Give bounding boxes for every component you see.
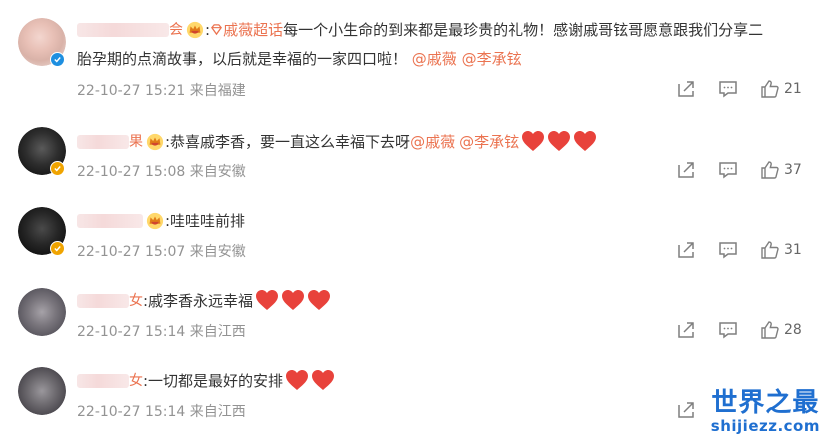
location: 来自安徽: [189, 164, 246, 180]
username[interactable]: [77, 374, 129, 388]
comment-text-continued: 胎孕期的点滴故事，以后就是幸福的一家四口啦！: [77, 50, 408, 68]
heart-emoji: [309, 369, 335, 393]
comment-text: 每一个小生命的到来都是最珍贵的礼物！感谢戚哥铉哥愿意跟我们分享二: [283, 21, 764, 39]
like-button[interactable]: 31: [760, 240, 802, 260]
like-count: 28: [784, 322, 802, 338]
location: 来自安徽: [189, 244, 246, 260]
heart-icon: [286, 370, 309, 390]
mention-link[interactable]: @李承铉: [462, 50, 522, 68]
crown-badge-icon: [186, 21, 204, 39]
comment-meta: 22-10-27 15:08 来自安徽: [77, 161, 246, 181]
location: 来自福建: [189, 83, 246, 99]
comment-text: :一切都是最好的安排: [143, 372, 284, 390]
like-icon: [761, 321, 779, 339]
like-icon: [761, 80, 779, 98]
comment-button[interactable]: [718, 160, 760, 180]
username-suffix[interactable]: 会: [169, 19, 183, 41]
username[interactable]: [77, 214, 143, 228]
share-icon: [678, 81, 694, 97]
topic-link[interactable]: 戚薇超话: [223, 19, 283, 41]
comment-meta: 22-10-27 15:14 来自江西: [77, 321, 246, 341]
avatar[interactable]: [18, 288, 66, 336]
heart-icon: [548, 131, 571, 151]
timestamp: 22-10-27 15:21: [77, 83, 186, 99]
like-count: 37: [784, 162, 802, 178]
timestamp: 22-10-27 15:08: [77, 164, 186, 180]
heart-icon: [522, 131, 545, 151]
avatar[interactable]: [18, 367, 66, 415]
watermark-logo: 世界之最 shijiezz.com: [711, 388, 820, 434]
comment-icon: [719, 242, 737, 259]
heart-emoji: [519, 130, 545, 154]
comment-button[interactable]: [718, 240, 760, 260]
heart-emoji: [279, 289, 305, 313]
verified-badge-icon: [50, 241, 65, 256]
comment-actions: 28: [676, 320, 802, 340]
username[interactable]: [77, 135, 129, 149]
username-suffix[interactable]: 果: [129, 131, 143, 153]
watermark-title: 世界之最: [711, 388, 820, 418]
mention-link[interactable]: @李承铉: [459, 131, 519, 153]
location: 来自江西: [189, 404, 246, 420]
heart-emoji: [545, 130, 571, 154]
like-count: 31: [784, 242, 802, 258]
verified-badge-icon: [50, 52, 65, 67]
verified-badge-icon: [50, 161, 65, 176]
timestamp: 22-10-27 15:14: [77, 324, 186, 340]
comment-text: :戚李香永远幸福: [143, 292, 254, 310]
share-button[interactable]: [676, 160, 718, 180]
heart-emoji: [253, 289, 279, 313]
share-icon: [678, 162, 694, 178]
share-button[interactable]: [676, 240, 718, 260]
comment-text: :哇哇哇前排: [165, 212, 246, 230]
heart-icon: [574, 131, 597, 151]
username-suffix[interactable]: 女: [129, 290, 143, 312]
share-icon: [678, 242, 694, 258]
comment-meta: 22-10-27 15:21 来自福建: [77, 80, 246, 100]
comment-text: :恭喜戚李香，要一直这么幸福下去呀: [165, 133, 411, 151]
like-button[interactable]: 37: [760, 160, 802, 180]
comment-meta: 22-10-27 15:07 来自安徽: [77, 241, 246, 261]
heart-icon: [282, 290, 305, 310]
comment-meta: 22-10-27 15:14 来自江西: [77, 401, 246, 421]
heart-emoji: [283, 369, 309, 393]
timestamp: 22-10-27 15:07: [77, 244, 186, 260]
share-button[interactable]: [676, 320, 718, 340]
comment-button[interactable]: [718, 79, 760, 99]
like-button[interactable]: 21: [760, 79, 802, 99]
share-icon: [678, 322, 694, 338]
mention-link[interactable]: @戚薇: [410, 131, 455, 153]
comment-icon: [719, 162, 737, 179]
share-button[interactable]: [676, 79, 718, 99]
like-count: 21: [784, 81, 802, 97]
comment-icon: [719, 322, 737, 339]
username[interactable]: [77, 294, 129, 308]
comment-icon: [719, 81, 737, 98]
heart-icon: [308, 290, 331, 310]
like-icon: [761, 241, 779, 259]
timestamp: 22-10-27 15:14: [77, 404, 186, 420]
heart-emoji: [305, 289, 331, 313]
heart-icon: [256, 290, 279, 310]
location: 来自江西: [189, 324, 246, 340]
crown-badge-icon: [146, 133, 164, 151]
topic-diamond-icon: [210, 19, 223, 41]
heart-icon: [312, 370, 335, 390]
like-button[interactable]: 28: [760, 320, 802, 340]
username-suffix[interactable]: 女: [129, 370, 143, 392]
mention-link[interactable]: @戚薇: [412, 50, 457, 68]
comment-actions: 31: [676, 240, 802, 260]
username[interactable]: [77, 23, 169, 37]
share-icon: [678, 402, 694, 418]
crown-badge-icon: [146, 212, 164, 230]
comment-actions: 37: [676, 160, 802, 180]
like-icon: [761, 161, 779, 179]
comment-actions: 21: [676, 79, 802, 99]
watermark-url: shijiezz.com: [710, 417, 820, 435]
comment-button[interactable]: [718, 320, 760, 340]
heart-emoji: [571, 130, 597, 154]
